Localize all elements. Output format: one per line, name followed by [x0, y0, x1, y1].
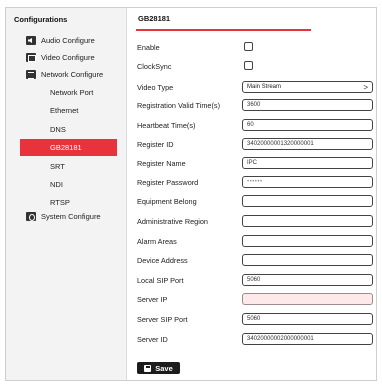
video-type-label: Video Type	[137, 82, 174, 92]
sidebar-subitem-ethernet[interactable]: Ethernet	[6, 102, 127, 119]
chevron-right-icon: >	[363, 83, 368, 92]
device-address-label: Device Address	[137, 255, 188, 265]
settings-window: Configurations Audio Configure Video Con…	[5, 7, 377, 381]
save-button-label: Save	[155, 363, 173, 373]
sidebar-subitem-ndi[interactable]: NDI	[6, 176, 127, 193]
register-password-label: Register Password	[137, 177, 199, 187]
registration-valid-time-label: Registration Valid Time(s)	[137, 100, 220, 110]
sidebar-subitem-dns[interactable]: DNS	[6, 121, 127, 138]
sidebar-subitem-gb28181[interactable]: GB28181	[20, 139, 117, 156]
monitor-icon	[26, 53, 36, 62]
gb28181-panel: GB28181 Enable ClockSync Video Type Main…	[128, 8, 376, 380]
heartbeat-time-input[interactable]: 60	[242, 119, 373, 131]
sidebar: Configurations Audio Configure Video Con…	[6, 8, 127, 380]
sidebar-header: Configurations	[14, 15, 68, 24]
register-password-input[interactable]: ••••••	[242, 176, 373, 188]
equipment-belong-row: Equipment Belong	[137, 195, 377, 207]
save-button[interactable]: Save	[137, 362, 180, 374]
administrative-region-label: Administrative Region	[137, 216, 208, 226]
sidebar-item-label: Video Configure	[41, 53, 95, 62]
speaker-icon	[26, 36, 36, 45]
register-id-input[interactable]: 34020000001320000001	[242, 138, 373, 150]
administrative-region-row: Administrative Region	[137, 215, 377, 227]
local-sip-port-row: Local SIP Port 5060	[137, 274, 377, 286]
title-underline	[136, 29, 311, 31]
sidebar-item-label: Network Configure	[41, 70, 104, 79]
clocksync-checkbox[interactable]	[244, 61, 253, 70]
register-name-input[interactable]: IPC	[242, 157, 373, 169]
alarm-areas-row: Alarm Areas	[137, 235, 377, 247]
server-id-label: Server ID	[137, 334, 168, 344]
device-address-input[interactable]	[242, 254, 373, 266]
network-icon	[26, 70, 36, 79]
alarm-areas-label: Alarm Areas	[137, 236, 177, 246]
video-type-row: Video Type Main Stream >	[137, 81, 377, 93]
server-ip-label: Server IP	[137, 294, 168, 304]
administrative-region-input[interactable]	[242, 215, 373, 227]
heartbeat-time-row: Heartbeat Time(s) 60	[137, 119, 377, 131]
server-sip-port-label: Server SIP Port	[137, 314, 188, 324]
sidebar-item-network-configure[interactable]: Network Configure	[6, 66, 127, 83]
register-id-row: Register ID 34020000001320000001	[137, 138, 377, 150]
sidebar-subitem-srt[interactable]: SRT	[6, 158, 127, 175]
sidebar-item-system-configure[interactable]: System Configure	[6, 208, 127, 225]
heartbeat-time-label: Heartbeat Time(s)	[137, 120, 196, 130]
register-id-label: Register ID	[137, 139, 174, 149]
local-sip-port-input[interactable]: 5060	[242, 274, 373, 286]
video-type-select[interactable]: Main Stream >	[242, 81, 373, 93]
register-name-label: Register Name	[137, 158, 186, 168]
video-type-value: Main Stream	[247, 84, 282, 90]
sidebar-item-label: System Configure	[41, 212, 101, 221]
sidebar-item-video-configure[interactable]: Video Configure	[6, 49, 127, 66]
register-password-row: Register Password ••••••	[137, 176, 377, 188]
sidebar-subitem-network-port[interactable]: Network Port	[6, 84, 127, 101]
gear-icon	[26, 212, 36, 221]
server-ip-input[interactable]	[242, 293, 373, 305]
save-icon	[144, 364, 152, 372]
register-name-row: Register Name IPC	[137, 157, 377, 169]
server-sip-port-input[interactable]: 5060	[242, 313, 373, 325]
sidebar-item-audio-configure[interactable]: Audio Configure	[6, 32, 127, 49]
enable-checkbox[interactable]	[244, 42, 253, 51]
clocksync-label: ClockSync	[137, 61, 172, 71]
sidebar-item-label: Audio Configure	[41, 36, 95, 45]
server-ip-row: Server IP	[137, 293, 377, 305]
equipment-belong-input[interactable]	[242, 195, 373, 207]
server-id-input[interactable]: 34020000002000000001	[242, 333, 373, 345]
alarm-areas-input[interactable]	[242, 235, 373, 247]
server-sip-port-row: Server SIP Port 5060	[137, 313, 377, 325]
local-sip-port-label: Local SIP Port	[137, 275, 184, 285]
registration-valid-time-input[interactable]: 3600	[242, 99, 373, 111]
clocksync-row: ClockSync	[137, 60, 377, 72]
enable-row: Enable	[137, 41, 377, 53]
registration-valid-time-row: Registration Valid Time(s) 3600	[137, 99, 377, 111]
device-address-row: Device Address	[137, 254, 377, 266]
server-id-row: Server ID 34020000002000000001	[137, 333, 377, 345]
page-title: GB28181	[138, 14, 171, 23]
equipment-belong-label: Equipment Belong	[137, 196, 197, 206]
enable-label: Enable	[137, 42, 160, 52]
